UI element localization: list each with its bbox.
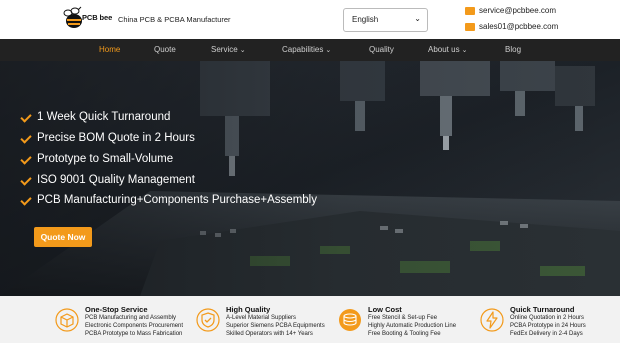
- highlight-title: High Quality: [226, 305, 271, 314]
- highlight-line: Skilled Operators with 14+ Years: [226, 331, 313, 337]
- hero-feature-item: Precise BOM Quote in 2 Hours: [20, 132, 195, 144]
- hero-feature-item: PCB Manufacturing+Components Purchase+As…: [20, 194, 317, 206]
- email-sales[interactable]: sales01@pcbbee.com: [465, 22, 558, 31]
- highlight-line: FedEx Delivery in 2-4 Days: [510, 331, 583, 337]
- hero-feature-item: 1 Week Quick Turnaround: [20, 111, 170, 123]
- highlight-title: Low Cost: [368, 305, 402, 314]
- check-icon: [20, 154, 31, 165]
- highlights-strip: One-Stop Service PCB Manufacturing and A…: [0, 296, 620, 343]
- nav-label: Blog: [505, 45, 522, 54]
- nav-label: Quality: [369, 45, 394, 54]
- nav-label: About us: [428, 45, 460, 54]
- shield-check-icon: [196, 308, 220, 332]
- email-sales-text: sales01@pcbbee.com: [479, 22, 559, 31]
- box-icon: [55, 308, 79, 332]
- email-service-text: service@pcbbee.com: [479, 6, 557, 15]
- nav-quote[interactable]: Quote: [154, 39, 176, 61]
- highlight-line: A-Level Material Suppliers: [226, 315, 297, 321]
- nav-label: Service: [211, 45, 238, 54]
- mail-icon: [465, 6, 475, 15]
- check-icon: [20, 112, 31, 123]
- highlight-line: Free Stencil & Set-up Fee: [368, 315, 438, 321]
- hero-feature-item: Prototype to Small-Volume: [20, 153, 173, 165]
- highlight-line: PCB Manufacturing and Assembly: [85, 315, 177, 321]
- chevron-down-icon: ⌄: [325, 47, 332, 54]
- highlight-line: PCBA Prototype to Mass Fabrication: [85, 331, 183, 337]
- check-icon: [20, 195, 31, 206]
- nav-home[interactable]: Home: [99, 39, 120, 61]
- hero-feature-item: ISO 9001 Quality Management: [20, 174, 195, 186]
- language-value: English: [352, 15, 379, 24]
- logo-text[interactable]: PCB bee: [82, 13, 112, 22]
- check-icon: [20, 133, 31, 144]
- nav-label: Quote: [154, 45, 176, 54]
- chevron-down-icon: ⌄: [239, 47, 246, 54]
- hero-feature-text: Prototype to Small-Volume: [37, 153, 174, 165]
- quote-now-button[interactable]: Quote Now: [34, 227, 92, 247]
- nav-about-us[interactable]: About us ⌄: [428, 39, 467, 61]
- chevron-down-icon: ⌄: [461, 47, 468, 54]
- main-nav: Home Quote Service ⌄ Capabilities ⌄ Qualit…: [0, 39, 620, 61]
- hero-feature-text: ISO 9001 Quality Management: [37, 174, 195, 186]
- lightning-icon: [480, 308, 504, 332]
- highlight-line: Superior Siemens PCBA Equipments: [226, 323, 325, 329]
- language-select[interactable]: English ⌄: [343, 8, 428, 32]
- top-bar: PCB bee China PCB & PCBA Manufacturer En…: [0, 0, 620, 39]
- nav-blog[interactable]: Blog: [505, 39, 521, 61]
- mail-icon: [465, 22, 475, 31]
- hero-feature-text: PCB Manufacturing+Components Purchase+As…: [37, 194, 317, 206]
- highlight-line: Electronic Components Procurement: [85, 323, 184, 329]
- hero-feature-text: Precise BOM Quote in 2 Hours: [37, 132, 195, 144]
- nav-quality[interactable]: Quality: [369, 39, 394, 61]
- coins-icon: [339, 309, 361, 331]
- chevron-down-icon: ⌄: [414, 14, 421, 23]
- highlight-title: One-Stop Service: [85, 305, 148, 314]
- tagline: China PCB & PCBA Manufacturer: [118, 15, 231, 24]
- highlight-line: Highly Automatic Production Line: [368, 323, 457, 329]
- hero-banner: 1 Week Quick Turnaround Precise BOM Quot…: [0, 61, 620, 296]
- nav-label: Home: [99, 45, 121, 54]
- check-icon: [20, 175, 31, 186]
- highlight-title: Quick Turnaround: [510, 305, 575, 314]
- nav-label: Capabilities: [282, 45, 324, 54]
- email-service[interactable]: service@pcbbee.com: [465, 6, 556, 15]
- hero-feature-text: 1 Week Quick Turnaround: [37, 111, 171, 123]
- highlight-line: Free Booting & Tooling Fee: [368, 331, 441, 337]
- nav-service[interactable]: Service ⌄: [211, 39, 246, 61]
- highlight-line: PCBA Prototype in 24 Hours: [510, 323, 586, 329]
- highlight-line: Online Quotation in 2 Hours: [510, 315, 585, 321]
- nav-capabilities[interactable]: Capabilities ⌄: [282, 39, 331, 61]
